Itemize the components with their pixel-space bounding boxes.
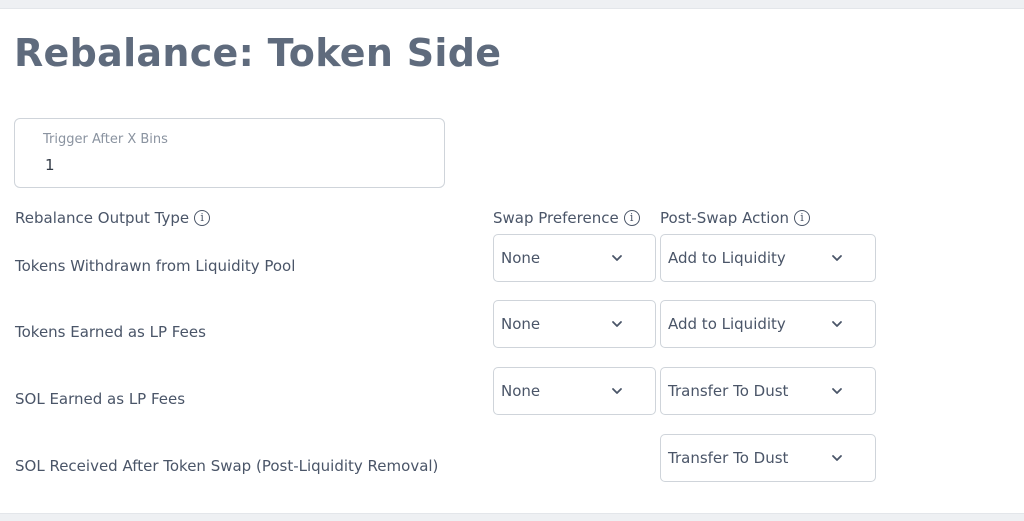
swap-preference-select[interactable]: None [493, 300, 656, 348]
select-value: Transfer To Dust [668, 382, 789, 400]
info-icon[interactable]: i [194, 210, 211, 226]
trigger-bins-value[interactable]: 1 [45, 156, 55, 174]
chevron-down-icon [832, 321, 842, 327]
select-value: Add to Liquidity [668, 315, 786, 333]
post-swap-action-select[interactable]: Add to Liquidity [660, 300, 876, 348]
output-type-header-label: Rebalance Output Type [15, 209, 190, 227]
row-label: SOL Earned as LP Fees [15, 390, 186, 408]
trigger-bins-label: Trigger After X Bins [43, 132, 168, 147]
chevron-down-icon [612, 388, 622, 394]
swap-preference-select[interactable]: None [493, 234, 656, 282]
chevron-down-icon [832, 255, 842, 261]
swap-preference-select[interactable]: None [493, 367, 656, 415]
row-label: Tokens Withdrawn from Liquidity Pool [15, 257, 296, 275]
select-value: None [501, 382, 541, 400]
chevron-down-icon [612, 321, 622, 327]
page-title: Rebalance: Token Side [14, 31, 502, 75]
info-icon[interactable]: i [623, 210, 640, 226]
select-value: None [501, 315, 541, 333]
select-value: None [501, 249, 541, 267]
output-type-header: Rebalance Output Type i [15, 209, 211, 227]
select-value: Add to Liquidity [668, 249, 786, 267]
trigger-bins-field[interactable]: Trigger After X Bins 1 [14, 118, 445, 188]
swap-preference-header: Swap Preference i [493, 209, 640, 227]
chevron-down-icon [612, 255, 622, 261]
swap-preference-header-label: Swap Preference [493, 209, 619, 227]
chevron-down-icon [832, 455, 842, 461]
post-swap-action-header-label: Post-Swap Action [660, 209, 790, 227]
post-swap-action-select[interactable]: Add to Liquidity [660, 234, 876, 282]
row-label: Tokens Earned as LP Fees [15, 323, 206, 341]
select-value: Transfer To Dust [668, 449, 789, 467]
post-swap-action-select[interactable]: Transfer To Dust [660, 434, 876, 482]
rebalance-card: Rebalance: Token Side Trigger After X Bi… [0, 8, 1024, 514]
chevron-down-icon [832, 388, 842, 394]
post-swap-action-select[interactable]: Transfer To Dust [660, 367, 876, 415]
post-swap-action-header: Post-Swap Action i [660, 209, 811, 227]
row-label: SOL Received After Token Swap (Post-Liqu… [15, 457, 439, 475]
info-icon[interactable]: i [794, 210, 811, 226]
